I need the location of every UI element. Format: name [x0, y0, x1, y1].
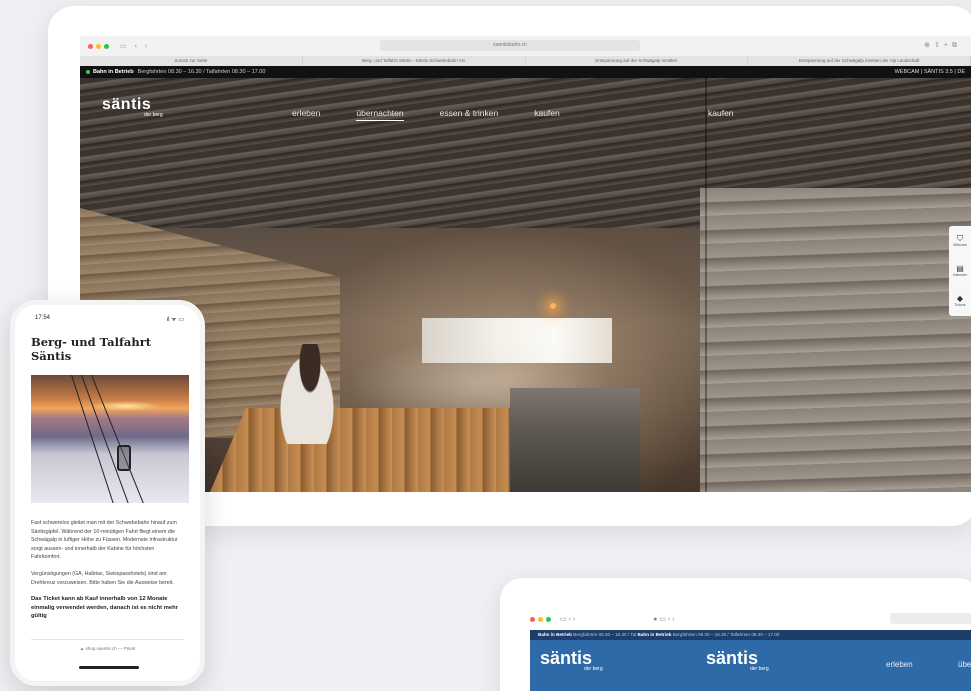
paragraph: Vergünstigungen (GA, Halbtax, Swisspassh…: [31, 570, 174, 586]
tablet-browser-toolbar: ▭ ‹ › ● ▭ ‹ ›: [530, 608, 971, 630]
browser-tab[interactable]: Entspannung auf der Schwägalp inmitten d…: [748, 56, 971, 66]
nav-uebernachten[interactable]: übernachten: [356, 108, 404, 121]
home-indicator[interactable]: [79, 666, 139, 669]
maximize-window-button[interactable]: [104, 43, 109, 49]
paragraph: Fast schwerelos gleitet man mit der Schw…: [31, 520, 178, 561]
status-green-dot-icon: [86, 70, 90, 74]
nav-kaufen-duplicate[interactable]: kaufen: [708, 108, 734, 118]
forward-icon[interactable]: ›: [145, 43, 147, 50]
logo-tagline: der berg: [144, 112, 163, 118]
operation-hours: Bergfahrten 08.30 – 16.30 / Talfahrten 0…: [672, 632, 780, 637]
minimize-window-button[interactable]: [538, 616, 543, 622]
ticket-validity-note: Das Ticket kann ab Kauf innerhalb von 12…: [31, 596, 178, 620]
quick-calendar-label: Kalender: [952, 273, 967, 277]
quick-tickets[interactable]: ◆ Tickets: [954, 294, 966, 308]
quick-access-panel: ⛉ Webcam ▤ Kalender ◆ Tickets: [949, 226, 971, 316]
browser-toolbar: ▭ ‹ › saentisbahn.ch ⊕⇧+⧉: [80, 36, 971, 56]
operation-status-label: Bahn in Betrieb: [538, 632, 572, 637]
phone-url-footer[interactable]: ▲ shop.saentis.ch — Privat: [31, 639, 184, 651]
maximize-window-button[interactable]: [546, 616, 551, 622]
browser-tab[interactable]: Entspannung auf der Schwägalp inmitten: [526, 56, 749, 66]
quick-webcam[interactable]: ⛉ Webcam: [953, 234, 967, 248]
address-bar[interactable]: [890, 613, 971, 624]
cable-car-image: [31, 375, 189, 503]
operation-status-bar: Bahn in Betrieb Bergfahrten 08.30 – 16.3…: [530, 630, 971, 640]
tablet-mockup-frame: ▭ ‹ › ● ▭ ‹ › Bahn in Betrieb Bergfahrte…: [500, 578, 971, 691]
operation-status-bar: Bahn in Betrieb Bergfahrten 08.30 – 16.3…: [80, 66, 971, 78]
nav-erleben[interactable]: erleben: [292, 108, 320, 121]
saentis-logo[interactable]: säntis der berg: [102, 96, 163, 118]
article-text: Fast schwerelos gleitet man mit der Schw…: [15, 507, 200, 621]
second-window-controls[interactable]: ● ▭ ‹ ›: [653, 615, 674, 623]
nav-uebernachten[interactable]: übe: [958, 660, 971, 669]
nav-kaufen[interactable]: kaufen: [534, 108, 560, 121]
person-in-towel: [280, 344, 340, 444]
sauna-hero-image: [80, 78, 971, 492]
saentis-logo[interactable]: säntis der berg: [706, 648, 769, 672]
webcam-icon: ⛉: [957, 234, 963, 243]
close-window-button[interactable]: [88, 43, 93, 49]
operation-hours: Bergfahrten 08.30 – 16.30 / Tal: [573, 632, 637, 637]
warm-lamp: [550, 303, 556, 309]
operation-status-label: Bahn in Betrieb: [637, 632, 672, 637]
calendar-icon: ▤: [956, 264, 964, 273]
ticket-icon: ◆: [956, 294, 964, 303]
window-split-divider: [705, 78, 707, 492]
nav-essen-trinken[interactable]: essen & trinken: [440, 108, 499, 121]
close-window-button[interactable]: [530, 616, 535, 622]
gondola: [117, 445, 131, 471]
quick-webcam-label: Webcam: [953, 243, 967, 247]
utility-links[interactable]: WEBCAM | SÄNTIS 3.5 | DE: [895, 69, 965, 75]
operation-status-label: Bahn in Betrieb: [93, 69, 134, 75]
sidebar-icon[interactable]: ▭: [120, 42, 127, 50]
wood-wall-right: [700, 188, 971, 492]
sauna-stove: [510, 388, 640, 492]
signal-battery-icon: ıl ᯤ ▭: [166, 317, 184, 323]
desktop-browser-window: ▭ ‹ › saentisbahn.ch ⊕⇧+⧉ Zurück zur Sei…: [80, 36, 971, 492]
browser-tab-strip: Zurück zur Seite Berg- und Talfahrt Sänt…: [80, 56, 971, 66]
page-title: Berg- und Talfahrt Säntis: [31, 335, 152, 363]
nav-erleben[interactable]: erleben: [886, 660, 913, 669]
minimize-window-button[interactable]: [96, 43, 101, 49]
phone-mockup: 17:54 ıl ᯤ ▭ Berg- und Talfahrt Säntis F…: [10, 300, 205, 686]
logo-tagline: der berg: [750, 666, 769, 672]
address-bar[interactable]: saentisbahn.ch: [380, 40, 640, 51]
logo-tagline: der berg: [584, 666, 603, 672]
phone-status-bar: 17:54 ıl ᯤ ▭: [15, 305, 200, 323]
phone-time: 17:54: [35, 315, 51, 321]
browser-tab[interactable]: Zurück zur Seite: [80, 56, 303, 66]
main-navigation: erleben übernachten essen & trinken kauf…: [292, 108, 560, 121]
back-icon[interactable]: ‹: [135, 43, 137, 50]
quick-tickets-label: Tickets: [954, 303, 966, 307]
sidebar-icon[interactable]: ▭ ‹ ›: [560, 615, 575, 623]
tablet-site-header: säntis der berg säntis der berg erleben …: [530, 640, 971, 691]
browser-tab[interactable]: Berg- und Talfahrt Säntis - Säntis Schwe…: [303, 56, 526, 66]
saentis-logo[interactable]: säntis der berg: [540, 648, 603, 672]
browser-actions-icons[interactable]: ⊕⇧+⧉: [924, 41, 961, 50]
cable-line: [71, 375, 119, 503]
quick-calendar[interactable]: ▤ Kalender: [952, 264, 967, 278]
operation-hours: Bergfahrten 08.30 – 16.30 / Talfahrten 0…: [137, 69, 266, 75]
